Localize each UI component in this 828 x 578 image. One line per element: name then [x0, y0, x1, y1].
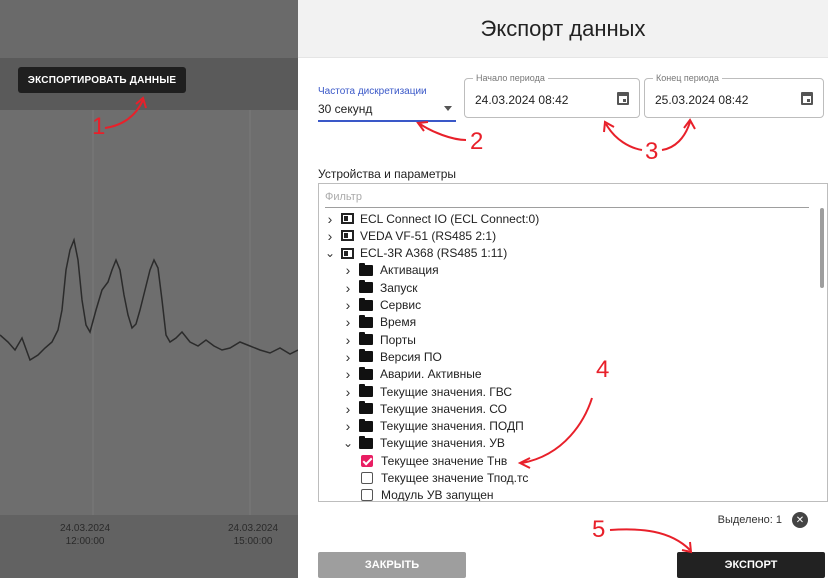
annotation-number: 4 [596, 356, 610, 383]
annotation-arrow [609, 528, 691, 551]
annotation-layer [104, 96, 696, 554]
annotation-number: 5 [592, 516, 606, 543]
annotation-arrow [605, 123, 643, 151]
annotation-arrow [419, 123, 467, 141]
annotation-arrow [521, 397, 593, 464]
annotation-number: 1 [92, 113, 106, 140]
annotation-number: 3 [645, 138, 659, 165]
annotation-number: 2 [470, 128, 484, 155]
